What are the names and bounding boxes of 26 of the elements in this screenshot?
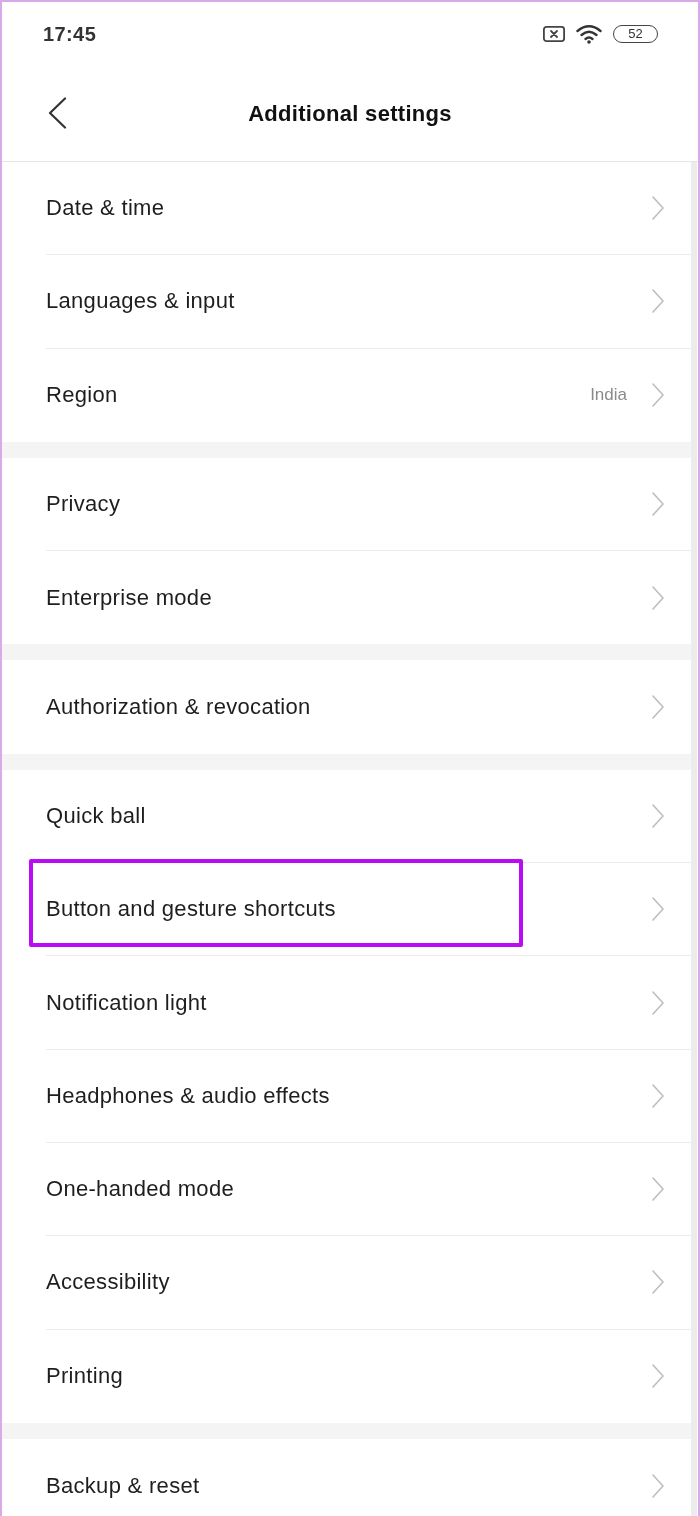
- status-time: 17:45: [43, 22, 97, 46]
- settings-item[interactable]: Authorization & revocation: [2, 660, 691, 754]
- no-sim-icon: [543, 26, 565, 42]
- chevron-right-icon: [652, 1364, 664, 1389]
- page-title: Additional settings: [248, 100, 452, 127]
- item-value: India: [590, 385, 627, 406]
- settings-item[interactable]: Enterprise mode: [2, 551, 691, 645]
- chevron-right-icon: [652, 289, 664, 314]
- chevron-right-icon: [652, 383, 664, 408]
- chevron-right-icon: [652, 585, 664, 610]
- settings-item[interactable]: Backup & reset: [2, 1438, 691, 1516]
- settings-item[interactable]: Region India: [2, 348, 691, 442]
- chevron-right-icon: [652, 1083, 664, 1108]
- chevron-right-icon: [652, 492, 664, 517]
- back-icon[interactable]: [47, 97, 67, 129]
- chevron-right-icon: [652, 196, 664, 221]
- chevron-right-icon: [652, 695, 664, 720]
- chevron-right-icon: [652, 897, 664, 922]
- chevron-right-icon: [652, 990, 664, 1015]
- settings-item[interactable]: Printing: [2, 1329, 691, 1423]
- chevron-right-icon: [652, 1177, 664, 1202]
- chevron-right-icon: [652, 1270, 664, 1295]
- chevron-right-icon: [652, 803, 664, 828]
- chevron-right-icon: [652, 1473, 664, 1498]
- wifi-icon: [576, 24, 602, 44]
- settings-item[interactable]: Button and gesture shortcuts: [2, 863, 691, 957]
